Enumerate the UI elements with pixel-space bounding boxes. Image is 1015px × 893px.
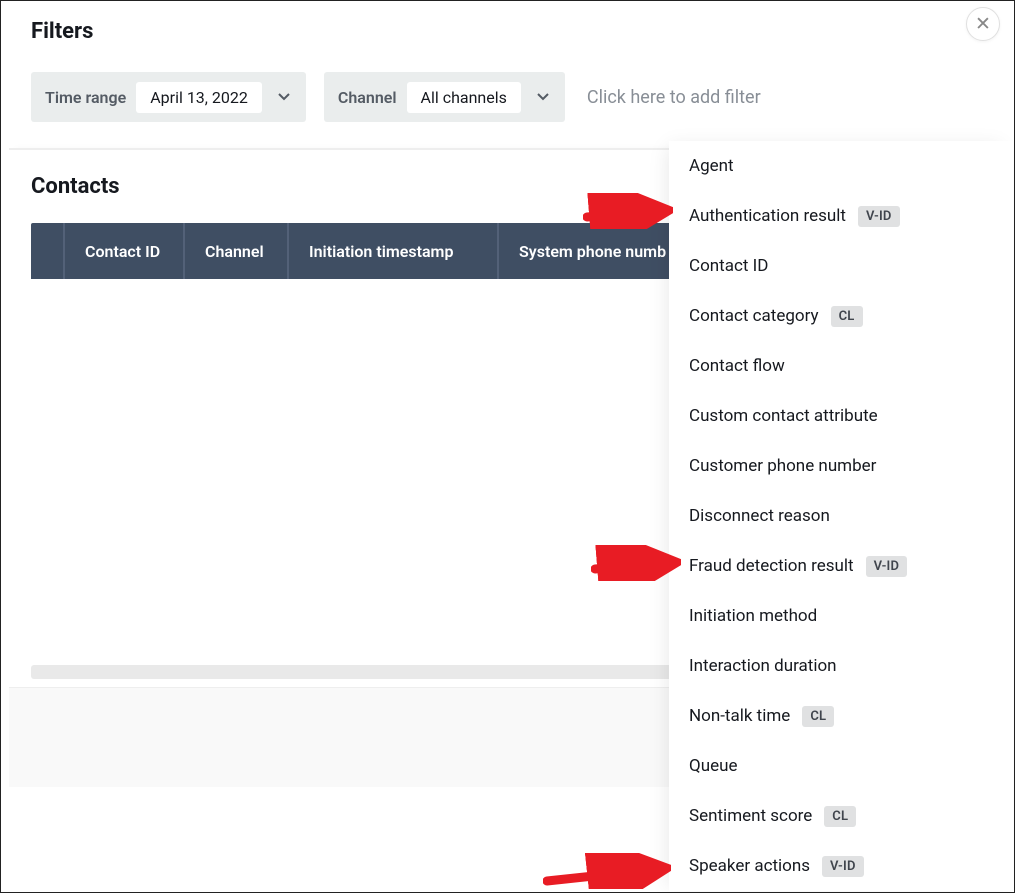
filter-option-label: Authentication result: [689, 206, 846, 226]
filter-option-customer-phone-number[interactable]: Customer phone number: [669, 441, 1013, 491]
channel-value: All channels: [407, 82, 521, 113]
filter-option-label: Agent: [689, 156, 734, 176]
filter-option-authentication-result[interactable]: Authentication result V-ID: [669, 191, 1013, 241]
filter-option-badge: CL: [824, 806, 856, 827]
channel-filter[interactable]: Channel All channels: [324, 72, 565, 122]
close-button[interactable]: ✕: [966, 7, 1000, 41]
filter-row: Time range April 13, 2022 Channel All ch…: [31, 72, 984, 122]
filter-option-disconnect-reason[interactable]: Disconnect reason: [669, 491, 1013, 541]
filter-option-contact-flow[interactable]: Contact flow: [669, 341, 1013, 391]
filter-option-initiation-method[interactable]: Initiation method: [669, 591, 1013, 641]
filter-option-label: Contact ID: [689, 256, 768, 276]
filter-option-contact-category[interactable]: Contact category CL: [669, 291, 1013, 341]
close-icon: ✕: [975, 13, 991, 36]
time-range-value: April 13, 2022: [136, 82, 262, 113]
filter-option-label: Initiation method: [689, 606, 817, 626]
filter-option-contact-id[interactable]: Contact ID: [669, 241, 1013, 291]
filter-option-custom-contact-attribute[interactable]: Custom contact attribute: [669, 391, 1013, 441]
filter-option-badge: V-ID: [866, 556, 908, 577]
chevron-down-icon: [272, 85, 296, 109]
filter-option-queue[interactable]: Queue: [669, 741, 1013, 791]
channel-label: Channel: [338, 88, 397, 107]
filters-title: Filters: [31, 19, 984, 44]
table-header-initiation-timestamp[interactable]: Initiation timestamp: [289, 223, 499, 279]
filter-option-badge: V-ID: [822, 856, 864, 877]
filter-option-label: Fraud detection result: [689, 556, 854, 576]
time-range-filter[interactable]: Time range April 13, 2022: [31, 72, 306, 122]
filters-panel: Filters ✕ Time range April 13, 2022 Chan…: [1, 1, 1014, 122]
filter-option-badge: V-ID: [858, 206, 900, 227]
filter-option-interaction-duration[interactable]: Interaction duration: [669, 641, 1013, 691]
filter-option-label: Speaker actions: [689, 856, 810, 876]
filter-option-label: Disconnect reason: [689, 506, 830, 526]
time-range-label: Time range: [45, 88, 126, 107]
filter-option-non-talk-time[interactable]: Non-talk time CL: [669, 691, 1013, 741]
filter-option-badge: CL: [802, 706, 834, 727]
filter-option-label: Sentiment score: [689, 806, 812, 826]
filter-option-sentiment-score[interactable]: Sentiment score CL: [669, 791, 1013, 841]
filter-option-label: Custom contact attribute: [689, 406, 878, 426]
table-header-contact-id[interactable]: Contact ID: [65, 223, 185, 279]
filter-option-fraud-detection-result[interactable]: Fraud detection result V-ID: [669, 541, 1013, 591]
filter-option-speaker-actions[interactable]: Speaker actions V-ID: [669, 841, 1013, 891]
annotation-arrow-icon: [543, 853, 671, 889]
filter-option-badge: CL: [831, 306, 863, 327]
filter-option-label: Interaction duration: [689, 656, 837, 676]
filter-option-agent[interactable]: Agent: [669, 141, 1013, 191]
table-header-select-all[interactable]: [31, 223, 65, 279]
filter-option-label: Contact category: [689, 306, 819, 326]
filter-option-label: Customer phone number: [689, 456, 876, 476]
chevron-down-icon: [531, 85, 555, 109]
filter-option-label: Non-talk time: [689, 706, 790, 726]
filter-option-label: Contact flow: [689, 356, 785, 376]
add-filter-button[interactable]: Click here to add filter: [583, 77, 765, 118]
table-header-channel[interactable]: Channel: [185, 223, 289, 279]
filter-options-dropdown: Agent Authentication result V-ID Contact ID…: [669, 141, 1013, 891]
filter-option-label: Queue: [689, 756, 737, 776]
